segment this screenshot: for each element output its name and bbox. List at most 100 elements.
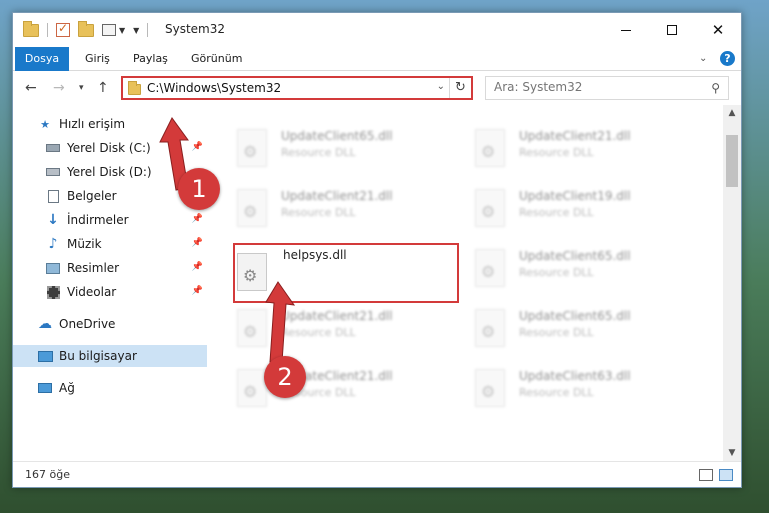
window-title: System32 bbox=[165, 22, 226, 36]
file-name: UpdateClient19.dll bbox=[519, 189, 631, 203]
customize-icon[interactable] bbox=[102, 24, 116, 36]
close-icon: ✕ bbox=[711, 21, 725, 39]
dll-file-icon bbox=[475, 249, 505, 287]
file-type: Resource DLL bbox=[519, 266, 594, 279]
tab-file[interactable]: Dosya bbox=[15, 47, 69, 71]
chevron-down-icon: ▾ bbox=[79, 83, 84, 93]
new-folder-icon[interactable] bbox=[78, 20, 94, 37]
chevron-down-icon[interactable]: ▼ bbox=[119, 26, 125, 35]
tab-share[interactable]: Paylaş bbox=[121, 47, 180, 71]
video-icon bbox=[45, 285, 61, 299]
highlighted-file-helpsys[interactable]: helpsys.dll bbox=[233, 243, 459, 303]
search-input[interactable] bbox=[494, 80, 694, 94]
file-name: UpdateClient21.dll bbox=[281, 189, 393, 203]
address-dropdown-icon[interactable]: ⌄ bbox=[437, 81, 445, 92]
sidebar-item-this-pc[interactable]: Bu bilgisayar bbox=[13, 345, 207, 367]
sidebar-item-local-disk-c[interactable]: Yerel Disk (C:) 📌 bbox=[13, 137, 207, 159]
address-bar[interactable]: C:\Windows\System32 ⌄ ↻ bbox=[121, 76, 473, 100]
file-item[interactable]: UpdateClient65.dll Resource DLL bbox=[471, 301, 681, 353]
refresh-icon[interactable]: ↻ bbox=[449, 78, 471, 98]
navigation-pane: ★ Hızlı erişim Yerel Disk (C:) 📌 Yerel D… bbox=[13, 105, 207, 461]
scroll-up-icon[interactable]: ▲ bbox=[723, 105, 741, 121]
pin-icon: 📌 bbox=[191, 262, 203, 272]
dll-file-icon bbox=[237, 189, 267, 227]
qa-dropdown-icon[interactable]: ▼ bbox=[133, 26, 139, 35]
file-name: UpdateClient21.dll bbox=[519, 129, 631, 143]
quick-access-toolbar: ▼ ▼ bbox=[23, 20, 149, 38]
folder-icon bbox=[23, 20, 39, 37]
search-icon[interactable]: ⚲ bbox=[711, 81, 720, 95]
ribbon-tabs: Dosya Giriş Paylaş Görünüm ⌄ ? bbox=[13, 47, 741, 71]
dll-file-icon bbox=[475, 129, 505, 167]
minimize-icon bbox=[621, 29, 631, 31]
up-button[interactable]: ↑ bbox=[97, 80, 109, 96]
details-view-icon[interactable] bbox=[699, 469, 713, 481]
sidebar-item-local-disk-d[interactable]: Yerel Disk (D:) bbox=[13, 161, 207, 183]
expand-ribbon-icon[interactable]: ⌄ bbox=[699, 53, 711, 65]
sidebar-item-downloads[interactable]: ↓ İndirmeler 📌 bbox=[13, 209, 207, 231]
up-arrow-icon: ↑ bbox=[97, 80, 109, 96]
documents-icon bbox=[45, 189, 61, 203]
file-item[interactable]: UpdateClient21.dll Resource DLL bbox=[233, 301, 443, 353]
file-item[interactable]: UpdateClient63.dll Resource DLL bbox=[471, 361, 681, 413]
file-name: UpdateClient65.dll bbox=[519, 309, 631, 323]
sidebar-item-network[interactable]: Ağ bbox=[13, 377, 207, 399]
sidebar-item-label: Ağ bbox=[59, 381, 75, 395]
help-icon[interactable]: ? bbox=[720, 51, 735, 66]
search-box[interactable]: ⚲ bbox=[485, 76, 729, 100]
dll-file-icon bbox=[475, 309, 505, 347]
scroll-down-icon[interactable]: ▼ bbox=[723, 445, 741, 461]
forward-button[interactable]: → bbox=[53, 80, 65, 96]
file-name: UpdateClient63.dll bbox=[519, 369, 631, 383]
explorer-window: ▼ ▼ System32 ✕ Dosya Giriş Paylaş Görünü… bbox=[12, 12, 742, 488]
title-bar: ▼ ▼ System32 ✕ bbox=[13, 13, 741, 47]
dll-file-icon bbox=[237, 129, 267, 167]
sidebar-item-music[interactable]: ♪ Müzik 📌 bbox=[13, 233, 207, 255]
file-item-helpsys[interactable]: helpsys.dll bbox=[235, 245, 445, 297]
properties-check-icon[interactable] bbox=[56, 21, 70, 37]
tab-view[interactable]: Görünüm bbox=[179, 47, 254, 71]
file-item[interactable]: UpdateClient21.dll Resource DLL bbox=[471, 121, 681, 173]
sidebar-item-label: OneDrive bbox=[59, 317, 116, 331]
sidebar-item-label: İndirmeler bbox=[67, 213, 129, 227]
sidebar-item-label: Videolar bbox=[67, 285, 117, 299]
pin-icon: 📌 bbox=[191, 238, 203, 248]
file-item[interactable]: UpdateClient65.dll Resource DLL bbox=[233, 121, 443, 173]
file-item[interactable]: UpdateClient65.dll Resource DLL bbox=[471, 241, 681, 293]
close-button[interactable]: ✕ bbox=[695, 13, 741, 47]
address-path[interactable]: C:\Windows\System32 bbox=[147, 81, 281, 95]
sidebar-item-label: Belgeler bbox=[67, 189, 117, 203]
maximize-button[interactable] bbox=[649, 13, 695, 47]
minimize-button[interactable] bbox=[603, 13, 649, 47]
sidebar-item-videos[interactable]: Videolar 📌 bbox=[13, 281, 207, 303]
step-badge-2: 2 bbox=[264, 356, 306, 398]
drive-icon bbox=[45, 165, 61, 179]
file-type: Resource DLL bbox=[281, 326, 356, 339]
file-type: Resource DLL bbox=[281, 206, 356, 219]
sidebar-item-quick-access[interactable]: ★ Hızlı erişim bbox=[13, 113, 207, 135]
back-button[interactable]: ← bbox=[25, 80, 37, 96]
sidebar-item-onedrive[interactable]: ☁ OneDrive bbox=[13, 313, 207, 335]
item-count: 167 öğe bbox=[25, 468, 70, 481]
drive-icon bbox=[45, 141, 61, 155]
vertical-scrollbar[interactable]: ▲ ▼ bbox=[723, 105, 741, 461]
pin-icon: 📌 bbox=[191, 142, 203, 152]
sidebar-item-label: Müzik bbox=[67, 237, 102, 251]
scrollbar-thumb[interactable] bbox=[726, 135, 738, 187]
cloud-icon: ☁ bbox=[38, 316, 52, 332]
sidebar-item-label: Bu bilgisayar bbox=[59, 349, 137, 363]
large-icons-view-icon[interactable] bbox=[719, 469, 733, 481]
tab-home[interactable]: Giriş bbox=[73, 47, 122, 71]
dll-file-icon bbox=[475, 189, 505, 227]
file-item[interactable]: UpdateClient21.dll Resource DLL bbox=[233, 181, 443, 233]
step-badge-1: 1 bbox=[178, 168, 220, 210]
sidebar-item-pictures[interactable]: Resimler 📌 bbox=[13, 257, 207, 279]
recent-locations-button[interactable]: ▾ bbox=[79, 83, 84, 93]
file-name: UpdateClient65.dll bbox=[519, 249, 631, 263]
file-item[interactable]: UpdateClient19.dll Resource DLL bbox=[471, 181, 681, 233]
network-icon bbox=[37, 381, 53, 395]
file-type: Resource DLL bbox=[519, 146, 594, 159]
file-name: UpdateClient65.dll bbox=[281, 129, 393, 143]
maximize-icon bbox=[667, 25, 677, 35]
star-icon: ★ bbox=[40, 117, 50, 131]
